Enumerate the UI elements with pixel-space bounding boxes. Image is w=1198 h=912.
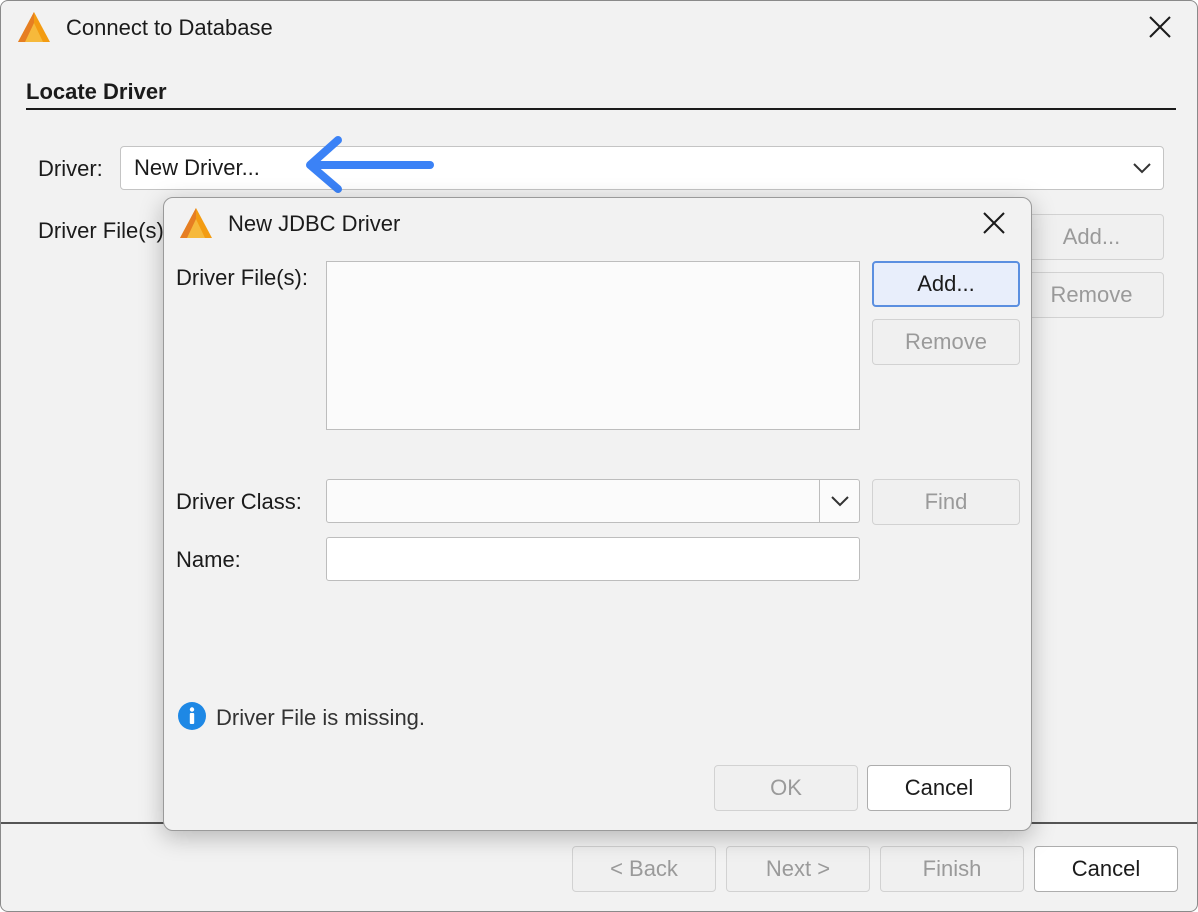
driver-class-combo[interactable] (326, 479, 860, 523)
remove-button[interactable]: Remove (1019, 272, 1164, 318)
arrow-left-icon (306, 136, 434, 193)
back-button[interactable]: < Back (572, 846, 716, 892)
combo-divider (819, 480, 820, 522)
name-label: Name: (176, 547, 241, 572)
new-jdbc-driver-dialog: New JDBC Driver Driver File(s): Add... R… (163, 197, 1032, 831)
close-icon[interactable] (1145, 12, 1175, 42)
dialog-cancel-button[interactable]: Cancel (867, 765, 1011, 811)
app-logo-icon (180, 208, 212, 238)
driver-select[interactable]: New Driver... (120, 146, 1164, 190)
section-heading: Locate Driver (26, 79, 167, 104)
find-button[interactable]: Find (872, 479, 1020, 525)
driver-files-label: Driver File(s): (176, 265, 308, 290)
info-icon (178, 702, 206, 730)
name-input[interactable] (326, 537, 860, 581)
driver-files-label: Driver File(s): (38, 218, 170, 243)
ok-button[interactable]: OK (714, 765, 858, 811)
chevron-down-icon[interactable] (1131, 160, 1153, 176)
dialog-title: New JDBC Driver (228, 211, 401, 236)
add-button[interactable]: Add... (1019, 214, 1164, 260)
next-button[interactable]: Next > (726, 846, 870, 892)
window-title: Connect to Database (66, 15, 273, 40)
driver-files-list[interactable] (326, 261, 860, 430)
titlebar: Connect to Database (1, 1, 1197, 55)
close-icon[interactable] (979, 208, 1009, 238)
add-driver-file-button[interactable]: Add... (872, 261, 1020, 307)
chevron-down-icon[interactable] (829, 493, 851, 509)
driver-class-label: Driver Class: (176, 489, 302, 514)
app-logo-icon (18, 12, 50, 42)
cancel-button[interactable]: Cancel (1034, 846, 1178, 892)
remove-driver-file-button[interactable]: Remove (872, 319, 1020, 365)
driver-label: Driver: (38, 156, 103, 181)
driver-select-value: New Driver... (134, 155, 260, 180)
finish-button[interactable]: Finish (880, 846, 1024, 892)
info-message: Driver File is missing. (216, 705, 426, 730)
section-divider (26, 108, 1176, 110)
